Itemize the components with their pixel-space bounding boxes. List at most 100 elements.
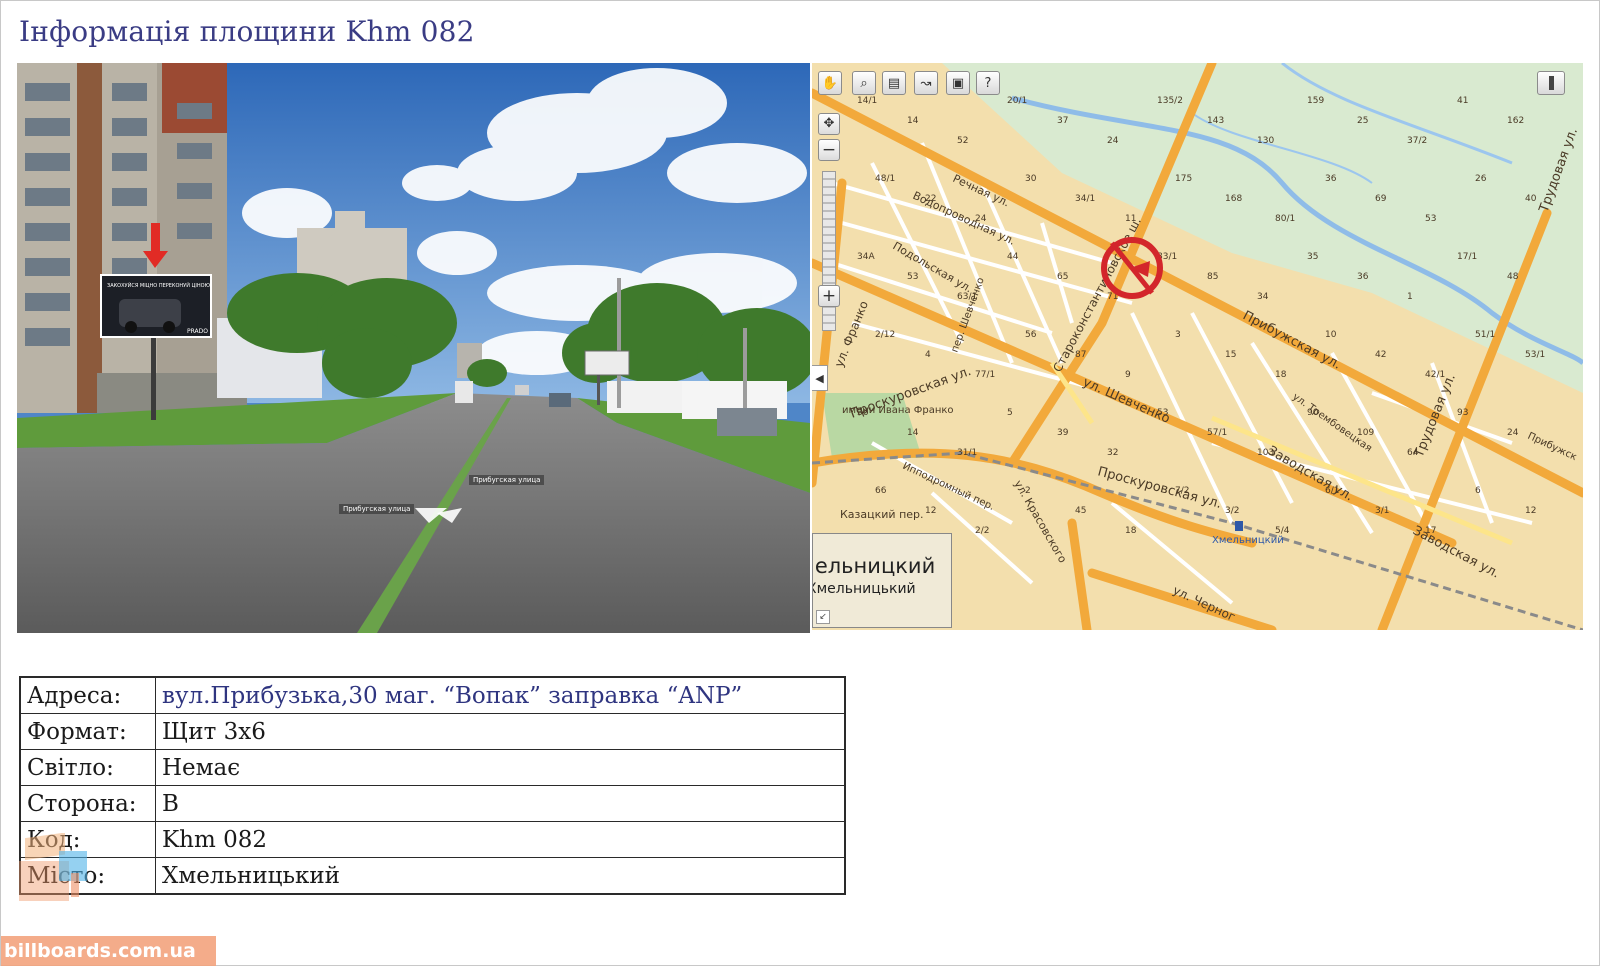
house-number: 32 — [1107, 448, 1118, 458]
house-number: 2 — [1025, 486, 1031, 496]
label-pribuzhskaya: Прибужская ул. — [1240, 308, 1343, 372]
house-number: 41 — [1457, 96, 1468, 106]
house-number: 57/1 — [1207, 428, 1227, 438]
house-number: 15 — [1225, 350, 1236, 360]
apartment-building — [17, 63, 247, 413]
map-panel[interactable]: Прибужская ул. ул. Шевченко Проскуровска… — [812, 63, 1583, 630]
house-number: 30 — [1025, 174, 1037, 184]
print-tool-icon[interactable]: ▣ — [946, 71, 970, 95]
info-row-value: Щит 3x6 — [155, 713, 846, 750]
house-number: 11 — [1125, 214, 1136, 224]
house-number: 18 — [1275, 370, 1287, 380]
house-number: 24 — [1507, 428, 1519, 438]
info-row: Формат: Щит 3x6 — [19, 713, 846, 750]
house-number: 56 — [1025, 330, 1037, 340]
house-number: 20/1 — [1007, 96, 1027, 106]
info-row: Адреса: вул.Прибузька,30 маг. “Вопак” зап… — [19, 676, 846, 714]
house-number: 10 — [1325, 330, 1337, 340]
house-number: 135/2 — [1157, 96, 1183, 106]
info-row-value: В — [155, 785, 846, 822]
house-number: 5/4 — [1275, 526, 1290, 536]
zoom-slider[interactable] — [822, 171, 836, 331]
house-number: 5 — [1007, 408, 1013, 418]
label-station: Хмельницкий — [1212, 535, 1284, 546]
house-number: 90 — [1307, 408, 1319, 418]
magnifier-tool-icon[interactable]: ⌕ — [852, 71, 876, 95]
house-number: 6/1 — [1325, 486, 1339, 496]
house-number: 87 — [1075, 350, 1086, 360]
info-row-label: Сторона: — [19, 785, 156, 822]
help-tool-icon[interactable]: ? — [976, 71, 1000, 95]
house-number: 37 — [1057, 116, 1068, 126]
info-row-label: Світло: — [19, 749, 156, 786]
house-number: 35 — [1307, 252, 1318, 262]
house-number: 159 — [1307, 96, 1324, 106]
road-label-back[interactable]: Прибугская улица — [339, 504, 415, 514]
info-row-label: Адреса: — [19, 676, 156, 714]
route-tool-icon[interactable]: ↝ — [914, 71, 938, 95]
house-number: 66 — [875, 486, 887, 496]
minimap-city-label-uk: Хмельницький — [812, 581, 916, 597]
house-number: 25 — [1357, 116, 1368, 126]
minimap[interactable]: мельницкий Хмельницький ↙ — [812, 533, 952, 628]
house-number: 40 — [1525, 194, 1537, 204]
house-number: 12 — [1525, 506, 1536, 516]
house-number: 7/2 — [1175, 486, 1189, 496]
house-number: 103 — [1257, 448, 1274, 458]
house-number: 48/1 — [875, 174, 895, 184]
house-number: 3/2 — [1225, 506, 1239, 516]
house-number: 48 — [1507, 272, 1519, 282]
ruler-tool-icon[interactable]: ▤ — [882, 71, 906, 95]
house-number: 39 — [1057, 428, 1069, 438]
collapse-panel-button[interactable]: ◀ — [812, 365, 828, 391]
house-number: 42 — [1375, 350, 1386, 360]
street-photo: ЗАКОХУЙСЯ МІЦНО ПЕРЕКОНУЙ ЦІНОЮ PRADO Пр… — [17, 63, 810, 633]
chernovola-street — [1087, 568, 1277, 630]
house-number: 24 — [1107, 136, 1119, 146]
house-number: 24 — [975, 214, 987, 224]
house-number: 65 — [1057, 272, 1068, 282]
house-number: 130 — [1257, 136, 1274, 146]
house-number: 37/2 — [1407, 136, 1427, 146]
station-icon — [1235, 521, 1243, 531]
watermark-text: billboards.com.ua — [1, 936, 216, 966]
label-shevchenko: ул. Шевченко — [1080, 375, 1172, 427]
info-row: Місто:Хмельницький — [19, 857, 846, 895]
road-label-forward[interactable]: Прибугская улица — [469, 475, 545, 485]
krasovskogo-street — [1067, 518, 1092, 630]
house-number: 44 — [1007, 252, 1019, 262]
house-number: 175 — [1175, 174, 1192, 184]
river-area — [942, 63, 1583, 393]
info-row-value: Khm 082 — [155, 821, 846, 858]
house-number: 12 — [925, 506, 936, 516]
house-number: 162 — [1507, 116, 1524, 126]
zoom-out-button[interactable]: − — [818, 139, 840, 161]
billboard-text: ЗАКОХУЙСЯ МІЦНО ПЕРЕКОНУЙ ЦІНОЮ — [107, 282, 211, 289]
info-row-value: Немає — [155, 749, 846, 786]
house-number: 53 — [1425, 214, 1436, 224]
info-row: Код:Khm 082 — [19, 821, 846, 858]
house-number: 1 — [1407, 292, 1413, 302]
label-krasovskogo: ул. Красовского — [1011, 478, 1069, 565]
info-row-label: Формат: — [19, 713, 156, 750]
house-number: 53/1 — [1525, 350, 1545, 360]
compass-icon[interactable]: ✥ — [818, 113, 840, 135]
layers-button[interactable] — [1537, 71, 1565, 95]
watermark-logo-icon — [19, 833, 87, 901]
house-number: 22 — [925, 194, 936, 204]
house-number: 6 — [1475, 486, 1481, 496]
zoom-in-button[interactable]: + — [818, 285, 840, 307]
house-number: 77/1 — [975, 370, 995, 380]
house-number: 42/1 — [1425, 370, 1445, 380]
house-number: 17 — [1425, 526, 1436, 536]
house-number: 34/1 — [1075, 194, 1095, 204]
minimap-city-label: мельницкий — [812, 554, 936, 578]
house-number: 9 — [1125, 370, 1131, 380]
house-number: 36 — [1325, 174, 1337, 184]
hand-tool-icon[interactable]: ✋ — [818, 71, 842, 95]
house-number: 143 — [1207, 116, 1224, 126]
house-number: 93 — [1457, 408, 1468, 418]
minimap-resize-icon[interactable]: ↙ — [816, 610, 830, 624]
info-row: Сторона: В — [19, 785, 846, 822]
house-number: 168 — [1225, 194, 1242, 204]
